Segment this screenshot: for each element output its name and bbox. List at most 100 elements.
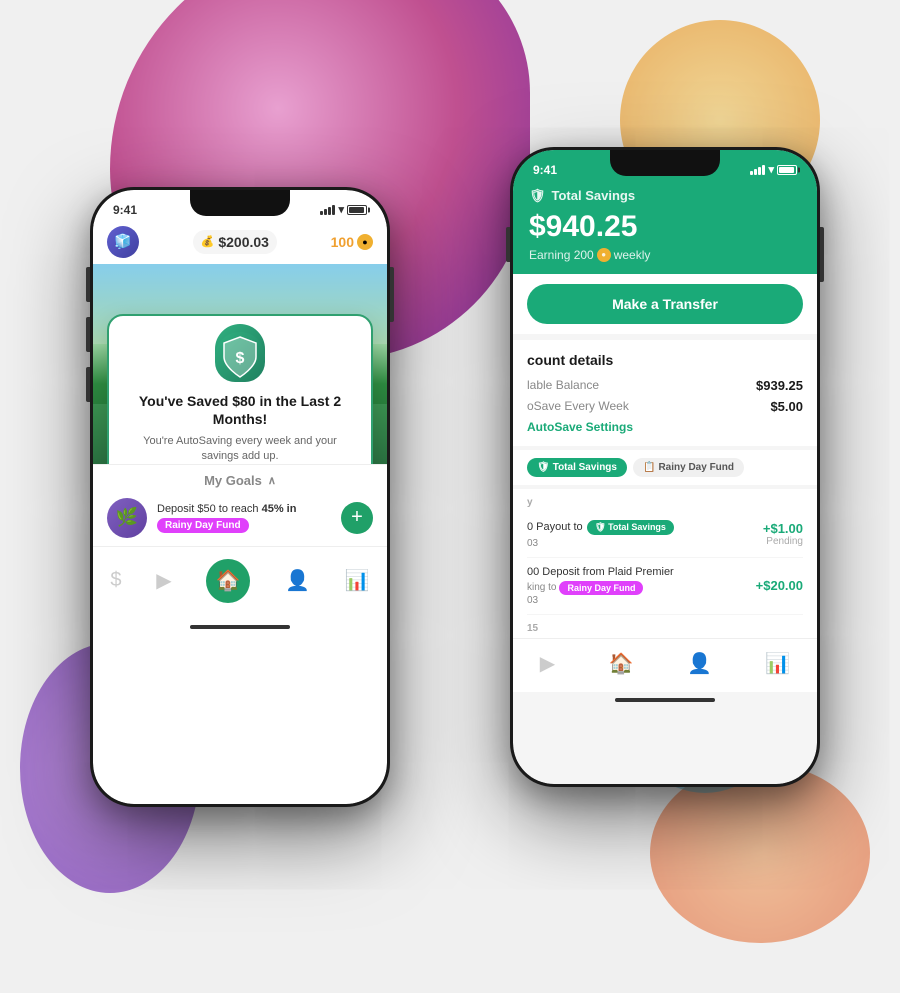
phones-container: 9:41 ▾: [60, 67, 840, 927]
transaction-to-2: king to Rainy Day Fund: [527, 581, 756, 595]
left-bottom-nav: $ ▶ 🏠 👤 📊: [93, 546, 387, 619]
autosave-settings-link[interactable]: AutoSave Settings: [527, 420, 803, 434]
coin-icon: ●: [357, 234, 373, 250]
profile-icon: 👤: [285, 568, 310, 593]
earning-prefix: Earning 200: [529, 248, 594, 262]
goal-badge: Rainy Day Fund: [157, 515, 331, 533]
transaction-to-1: 03: [527, 538, 763, 549]
my-goals-section: My Goals ∧ 🌿 Deposit $50 to reach 45% in…: [93, 464, 387, 546]
savings-desc: You're AutoSaving every week and your sa…: [123, 434, 357, 464]
nav-item-play[interactable]: ▶: [148, 564, 179, 597]
goal-desc: Deposit $50 to reach 45% in: [157, 503, 296, 515]
right-signal-icon: [750, 165, 765, 175]
transaction-amount-col-1: +$1.00 Pending: [763, 521, 803, 547]
goal-item: 🌿 Deposit $50 to reach 45% in Rainy Day …: [107, 498, 373, 538]
right-nav-play[interactable]: ▶: [532, 647, 563, 680]
transaction-amount-2: +$20.00: [756, 578, 803, 593]
transaction-prefix-1: 0 Payout to: [527, 521, 583, 533]
right-play-icon: ▶: [540, 651, 555, 676]
right-status-icons: ▾: [750, 163, 797, 176]
transaction-desc-2: 00 Deposit from Plaid Premier: [527, 566, 756, 578]
right-phone-screen: 9:41 ▾: [513, 150, 817, 784]
transfer-section: Make a Transfer: [513, 274, 817, 334]
available-balance-label: lable Balance: [527, 378, 599, 392]
nav-item-dollar[interactable]: $: [102, 565, 129, 596]
savings-popup: $ You've Saved $80 in the Last 2 Months!…: [107, 314, 373, 464]
available-balance-value: $939.25: [756, 378, 803, 393]
coins-container: 100 ●: [331, 234, 373, 250]
transaction-date-sub-1: 03: [527, 538, 538, 549]
balance-amount: $200.03: [218, 234, 269, 250]
transaction-desc-1: 0 Payout to 🛡 Total Savings: [527, 520, 763, 535]
earning-suffix: weekly: [614, 248, 651, 262]
nav-item-home[interactable]: 🏠: [198, 555, 258, 607]
balance-icon: 💰: [201, 235, 215, 248]
shield-icon-large: $: [215, 332, 265, 382]
nav-item-profile[interactable]: 👤: [277, 564, 318, 597]
right-activity-icon: 📊: [765, 651, 790, 676]
goals-header: My Goals ∧: [107, 473, 373, 488]
right-time: 9:41: [533, 163, 557, 177]
transaction-date-1: y: [527, 489, 803, 512]
right-home-icon: 🏠: [609, 651, 634, 676]
transaction-amount-col-2: +$20.00: [756, 578, 803, 593]
autosave-label: oSave Every Week: [527, 399, 629, 413]
shield-svg: $: [220, 335, 260, 379]
goals-title: My Goals: [204, 473, 262, 488]
account-details-section: count details lable Balance $939.25 oSav…: [513, 340, 817, 446]
transaction-date-2: 15: [527, 615, 803, 638]
dollar-icon: $: [110, 569, 121, 592]
vol-up-button: [86, 317, 90, 352]
coin-small-icon: ●: [597, 248, 611, 262]
right-nav-home[interactable]: 🏠: [601, 647, 642, 680]
filter-tab-total-savings[interactable]: 🛡 Total Savings: [527, 458, 627, 477]
signal-icon: [320, 205, 335, 215]
left-phone-inner: 9:41 ▾: [93, 190, 387, 804]
transaction-list: y 0 Payout to 🛡 Total Savings: [513, 489, 817, 638]
right-notch: [610, 150, 720, 176]
transaction-amount-1: +$1.00: [763, 521, 803, 536]
total-amount: $940.25: [529, 210, 801, 244]
battery-icon: [347, 205, 367, 215]
transaction-info-1: 0 Payout to 🛡 Total Savings 03: [527, 520, 763, 549]
right-nav-profile[interactable]: 👤: [679, 647, 720, 680]
tag-shield-icon: 🛡: [595, 522, 606, 533]
play-icon: ▶: [156, 568, 171, 593]
goal-avatar: 🌿: [107, 498, 147, 538]
balance-container: 💰 $200.03: [193, 230, 277, 254]
tag-rainy-day: Rainy Day Fund: [559, 581, 643, 595]
left-phone: 9:41 ▾: [90, 187, 390, 807]
autosave-value: $5.00: [770, 399, 803, 414]
home-icon-active: 🏠: [206, 559, 250, 603]
left-home-indicator: [190, 625, 290, 629]
shield-tab-icon: 🛡: [537, 462, 550, 473]
filter-tabs: 🛡 Total Savings 📋 Rainy Day Fund: [513, 450, 817, 485]
transaction-item-2: 00 Deposit from Plaid Premier king to Ra…: [527, 558, 803, 615]
nav-item-activity[interactable]: 📊: [337, 564, 378, 597]
activity-icon: 📊: [345, 568, 370, 593]
right-phone-left-button: [506, 227, 510, 262]
left-time: 9:41: [113, 203, 137, 217]
add-goal-button[interactable]: +: [341, 502, 373, 534]
savings-title: You've Saved $80 in the Last 2 Months!: [123, 392, 357, 428]
rainy-day-tab-label: Rainy Day Fund: [658, 462, 734, 473]
earning-info: Earning 200 ● weekly: [529, 248, 801, 262]
avatar[interactable]: 🧊: [107, 226, 139, 258]
shield-label-icon: 🛡: [529, 188, 546, 204]
right-battery-icon: [777, 165, 797, 175]
transaction-item-1: 0 Payout to 🛡 Total Savings 03: [527, 512, 803, 558]
filter-tab-rainy-day[interactable]: 📋 Rainy Day Fund: [633, 458, 744, 477]
left-phone-screen: 9:41 ▾: [93, 190, 387, 804]
chevron-up-icon: ∧: [268, 474, 276, 487]
wifi-icon: ▾: [338, 203, 344, 216]
right-nav-activity[interactable]: 📊: [757, 647, 798, 680]
transaction-status-1: Pending: [763, 536, 803, 547]
right-profile-icon: 👤: [687, 651, 712, 676]
left-notch: [190, 190, 290, 216]
goal-text: Deposit $50 to reach 45% in Rainy Day Fu…: [157, 503, 331, 533]
available-balance-row: lable Balance $939.25: [527, 378, 803, 393]
vol-down-button: [86, 367, 90, 402]
svg-text:$: $: [236, 350, 245, 367]
game-area: $ You've Saved $80 in the Last 2 Months!…: [93, 264, 387, 464]
transfer-button[interactable]: Make a Transfer: [527, 284, 803, 324]
